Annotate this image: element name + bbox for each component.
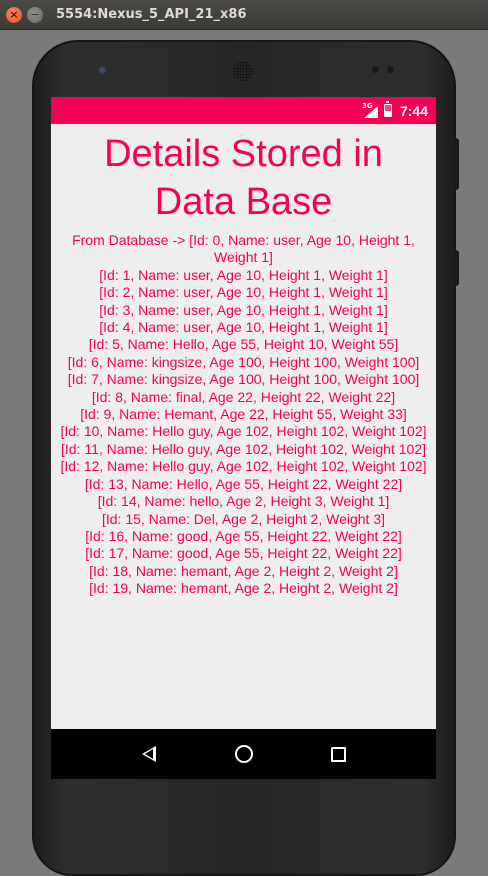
emulator-titlebar: × − 5554:Nexus_5_API_21_x86 xyxy=(0,0,488,30)
earpiece-speaker xyxy=(233,61,253,81)
battery-icon xyxy=(383,101,392,117)
power-button[interactable] xyxy=(454,138,459,190)
back-icon xyxy=(141,746,156,762)
recents-button[interactable] xyxy=(326,741,352,767)
front-camera xyxy=(98,66,108,76)
window-minimize-button[interactable]: − xyxy=(27,6,43,23)
proximity-sensors xyxy=(372,66,394,74)
home-button[interactable] xyxy=(231,741,257,767)
signal-icon: 3G xyxy=(362,102,378,118)
device-screen: 3G 7:44 Details Stored in Data Base From… xyxy=(51,97,436,779)
page-title: Details Stored in Data Base xyxy=(104,133,383,223)
window-close-button[interactable]: × xyxy=(6,6,22,23)
app-content: Details Stored in Data Base From Databas… xyxy=(51,124,436,598)
back-button[interactable] xyxy=(136,741,162,767)
home-icon xyxy=(234,745,253,763)
volume-button[interactable] xyxy=(454,250,459,286)
window-title: 5554:Nexus_5_API_21_x86 xyxy=(56,7,247,22)
status-clock: 7:44 xyxy=(399,102,428,119)
recents-icon xyxy=(331,746,346,762)
status-bar: 3G 7:44 xyxy=(51,97,436,124)
database-records-text: From Database -> [Id: 0, Name: user, Age… xyxy=(60,232,427,597)
navigation-bar xyxy=(51,729,436,779)
